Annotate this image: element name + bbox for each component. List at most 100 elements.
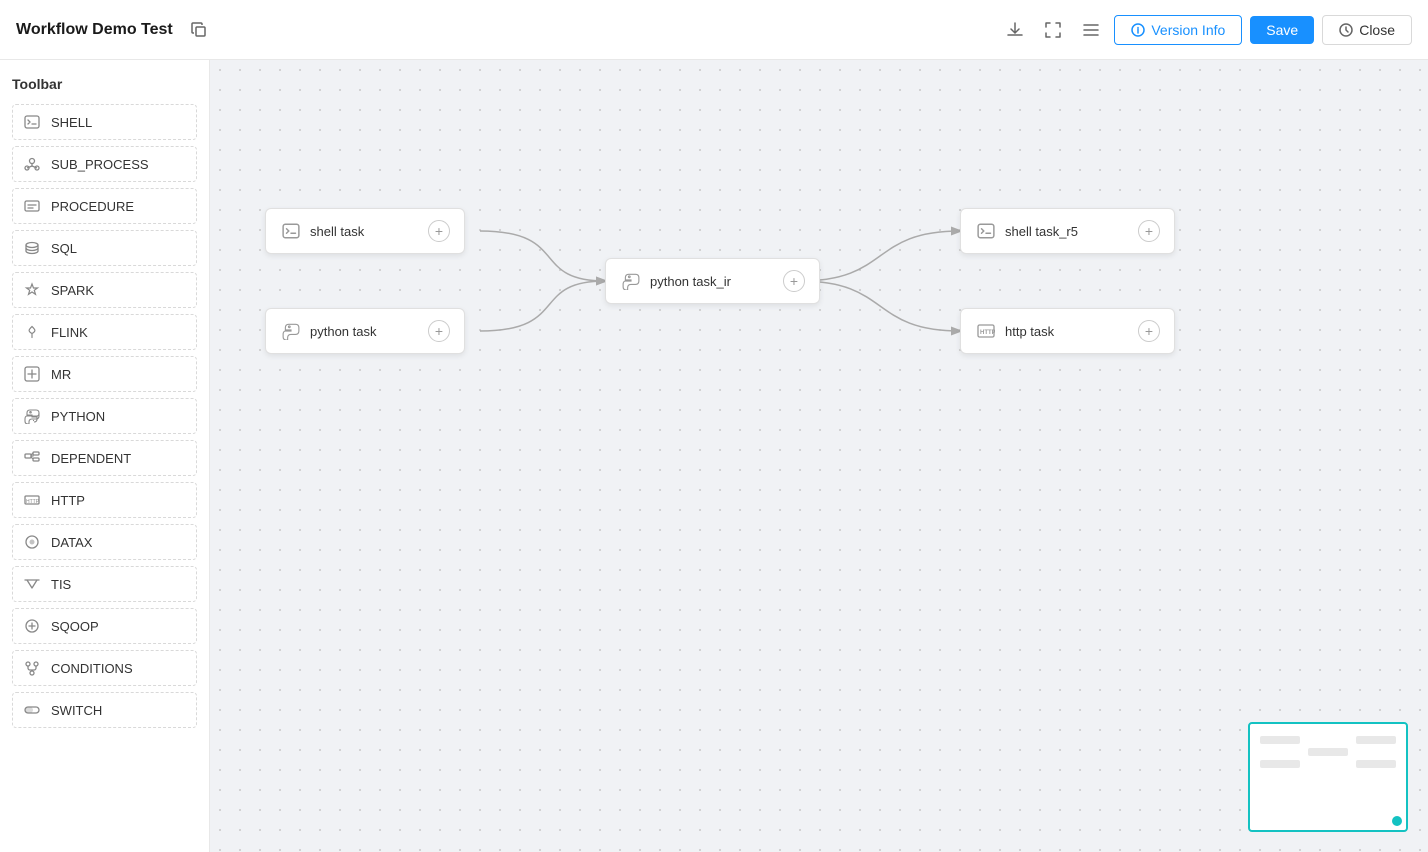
sidebar-label-flink: FLINK xyxy=(51,325,88,340)
svg-text:HTTP: HTTP xyxy=(26,499,40,505)
header-right: Version Info Save Close xyxy=(1000,15,1412,45)
sqoop-icon xyxy=(23,617,41,635)
minimap-node-4 xyxy=(1260,760,1300,768)
shell-task-r5-add[interactable]: + xyxy=(1138,220,1160,242)
fullscreen-icon xyxy=(1044,21,1062,39)
minimap-node-3 xyxy=(1308,748,1348,756)
procedure-icon xyxy=(23,197,41,215)
main-layout: Toolbar SHELL SUB_PROCESS PROCEDURE xyxy=(0,60,1428,852)
sidebar-label-procedure: PROCEDURE xyxy=(51,199,134,214)
svg-text:HTTP: HTTP xyxy=(980,330,995,336)
workflow-canvas[interactable]: shell task + python task + python task_i… xyxy=(210,60,1428,852)
spark-icon xyxy=(23,281,41,299)
minimap xyxy=(1248,722,1408,832)
sidebar-item-sqoop[interactable]: SQOOP xyxy=(12,608,197,644)
sidebar-label-dependent: DEPENDENT xyxy=(51,451,131,466)
download-button[interactable] xyxy=(1000,15,1030,45)
sql-icon xyxy=(23,239,41,257)
sidebar-label-tis: TIS xyxy=(51,577,71,592)
tis-icon xyxy=(23,575,41,593)
sidebar: Toolbar SHELL SUB_PROCESS PROCEDURE xyxy=(0,60,210,852)
minimap-node-2 xyxy=(1356,736,1396,744)
copy-icon xyxy=(191,22,207,38)
close-label: Close xyxy=(1359,22,1395,38)
python-icon xyxy=(23,407,41,425)
sidebar-item-http[interactable]: HTTP HTTP xyxy=(12,482,197,518)
shell-task-label: shell task xyxy=(310,224,420,239)
header-left: Workflow Demo Test xyxy=(16,16,213,44)
python-task-ir-add[interactable]: + xyxy=(783,270,805,292)
version-info-button[interactable]: Version Info xyxy=(1114,15,1242,45)
node-python-task[interactable]: python task + xyxy=(265,308,465,354)
clock-icon xyxy=(1339,23,1353,37)
shell-task-r5-icon xyxy=(975,220,997,242)
sidebar-item-shell[interactable]: SHELL xyxy=(12,104,197,140)
minimap-node-1 xyxy=(1260,736,1300,744)
sidebar-item-sql[interactable]: SQL xyxy=(12,230,197,266)
python-task-ir-icon xyxy=(620,270,642,292)
python-task-label: python task xyxy=(310,324,420,339)
sidebar-item-conditions[interactable]: CONDITIONS xyxy=(12,650,197,686)
sidebar-label-shell: SHELL xyxy=(51,115,92,130)
python-task-icon xyxy=(280,320,302,342)
node-shell-task-r5[interactable]: shell task_r5 + xyxy=(960,208,1175,254)
minimap-node-5 xyxy=(1356,760,1396,768)
dependent-icon xyxy=(23,449,41,467)
copy-button[interactable] xyxy=(185,16,213,44)
python-task-ir-label: python task_ir xyxy=(650,274,775,289)
minimap-row-1 xyxy=(1260,736,1396,744)
switch-icon xyxy=(23,701,41,719)
sidebar-item-sub-process[interactable]: SUB_PROCESS xyxy=(12,146,197,182)
conditions-icon xyxy=(23,659,41,677)
datax-icon xyxy=(23,533,41,551)
sub-process-icon xyxy=(23,155,41,173)
sidebar-label-sql: SQL xyxy=(51,241,77,256)
workflow-title: Workflow Demo Test xyxy=(16,21,173,39)
shell-task-r5-label: shell task_r5 xyxy=(1005,224,1130,239)
sidebar-item-spark[interactable]: SPARK xyxy=(12,272,197,308)
info-icon xyxy=(1131,23,1145,37)
node-python-task-ir[interactable]: python task_ir + xyxy=(605,258,820,304)
node-shell-task[interactable]: shell task + xyxy=(265,208,465,254)
sidebar-item-tis[interactable]: TIS xyxy=(12,566,197,602)
close-button[interactable]: Close xyxy=(1322,15,1412,45)
shell-task-icon xyxy=(280,220,302,242)
http-icon: HTTP xyxy=(23,491,41,509)
http-task-add[interactable]: + xyxy=(1138,320,1160,342)
sidebar-label-spark: SPARK xyxy=(51,283,94,298)
save-button[interactable]: Save xyxy=(1250,16,1314,44)
sidebar-label-conditions: CONDITIONS xyxy=(51,661,133,676)
http-task-label: http task xyxy=(1005,324,1130,339)
sidebar-item-mr[interactable]: MR xyxy=(12,356,197,392)
sidebar-item-datax[interactable]: DATAX xyxy=(12,524,197,560)
sidebar-item-procedure[interactable]: PROCEDURE xyxy=(12,188,197,224)
sidebar-item-flink[interactable]: FLINK xyxy=(12,314,197,350)
sidebar-title: Toolbar xyxy=(12,76,197,92)
mr-icon xyxy=(23,365,41,383)
download-icon xyxy=(1006,21,1024,39)
header: Workflow Demo Test xyxy=(0,0,1428,60)
menu-button[interactable] xyxy=(1076,15,1106,45)
sidebar-label-mr: MR xyxy=(51,367,71,382)
node-http-task[interactable]: HTTP http task + xyxy=(960,308,1175,354)
sidebar-label-sub-process: SUB_PROCESS xyxy=(51,157,149,172)
sidebar-label-switch: SWITCH xyxy=(51,703,102,718)
python-task-add[interactable]: + xyxy=(428,320,450,342)
sidebar-item-python[interactable]: PYTHON xyxy=(12,398,197,434)
version-info-label: Version Info xyxy=(1151,22,1225,38)
sidebar-item-dependent[interactable]: DEPENDENT xyxy=(12,440,197,476)
fullscreen-button[interactable] xyxy=(1038,15,1068,45)
minimap-row-2 xyxy=(1260,748,1396,756)
sidebar-item-switch[interactable]: SWITCH xyxy=(12,692,197,728)
shell-icon xyxy=(23,113,41,131)
sidebar-label-sqoop: SQOOP xyxy=(51,619,99,634)
shell-task-add[interactable]: + xyxy=(428,220,450,242)
connections-svg xyxy=(210,60,1428,852)
flink-icon xyxy=(23,323,41,341)
save-label: Save xyxy=(1266,22,1298,38)
http-task-icon: HTTP xyxy=(975,320,997,342)
menu-icon xyxy=(1082,21,1100,39)
minimap-handle[interactable] xyxy=(1392,816,1402,826)
sidebar-label-datax: DATAX xyxy=(51,535,92,550)
minimap-content xyxy=(1256,732,1400,772)
